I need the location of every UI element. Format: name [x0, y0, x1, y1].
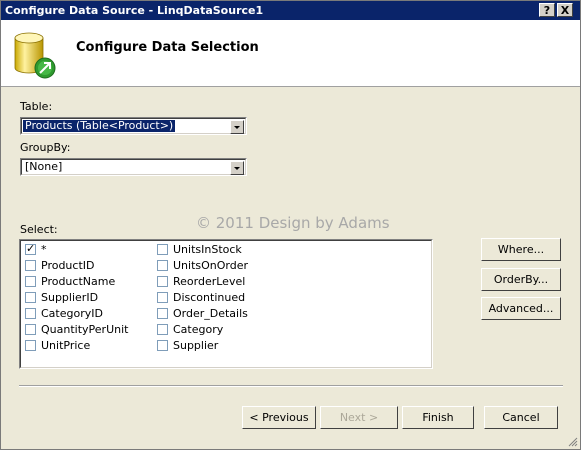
checkbox[interactable] [157, 244, 168, 255]
checkmark-icon: ✓ [26, 242, 36, 255]
field-checkbox-label: UnitsOnOrder [173, 259, 249, 272]
field-checkbox-label: SupplierID [41, 291, 99, 304]
checkbox[interactable] [25, 324, 36, 335]
previous-button[interactable]: < Previous [242, 406, 316, 429]
table-dropdown[interactable]: Products (Table<Product>) [20, 117, 247, 135]
field-checkbox-label: CategoryID [41, 307, 103, 320]
field-checkbox-label: ProductName [41, 275, 116, 288]
field-checkbox-label: Order_Details [173, 307, 248, 320]
window-title: Configure Data Source - LinqDataSource1 [5, 4, 264, 17]
field-checkbox-label: ProductID [41, 259, 95, 272]
orderby-button[interactable]: OrderBy... [481, 268, 561, 291]
field-checkbox-label: Discontinued [173, 291, 246, 304]
next-button[interactable]: Next > [320, 406, 398, 429]
advanced-button[interactable]: Advanced... [481, 297, 561, 320]
field-checkbox-label: Supplier [173, 339, 219, 352]
resize-grip-icon[interactable] [568, 437, 578, 447]
field-checkbox-label: Category [173, 323, 224, 336]
checkbox[interactable] [157, 276, 168, 287]
title-bar[interactable]: Configure Data Source - LinqDataSource1 … [1, 1, 580, 20]
groupby-dropdown-value: [None] [25, 160, 63, 173]
groupby-dropdown-frame: [None] [21, 159, 246, 175]
field-checkbox-label: * [41, 243, 47, 256]
table-dropdown-frame: Products (Table<Product>) [21, 118, 246, 134]
database-icon [14, 32, 56, 79]
chevron-down-icon[interactable] [230, 161, 244, 175]
help-button[interactable]: ? [539, 3, 555, 17]
wizard-header: Configure Data Selection [1, 20, 580, 87]
field-checkbox-label: UnitsInStock [173, 243, 242, 256]
checkbox[interactable] [157, 292, 168, 303]
checkbox[interactable] [157, 308, 168, 319]
checkbox[interactable] [25, 276, 36, 287]
checkbox[interactable] [157, 260, 168, 271]
groupby-dropdown[interactable]: [None] [20, 158, 247, 176]
checkbox[interactable]: ✓ [25, 242, 36, 255]
watermark-text: © 2011 Design by Adams [196, 214, 390, 232]
checkbox[interactable] [25, 260, 36, 271]
field-checkbox-label: ReorderLevel [173, 275, 246, 288]
footer-divider [19, 385, 563, 387]
select-fields-list[interactable]: ✓ * ProductID ProductName SupplierID Category… [19, 239, 433, 369]
table-label: Table: [20, 100, 53, 113]
field-checkbox-label: UnitPrice [41, 339, 91, 352]
checkbox[interactable] [25, 292, 36, 303]
field-checkbox-label: QuantityPerUnit [41, 323, 129, 336]
groupby-label: GroupBy: [20, 141, 71, 154]
table-dropdown-value: Products (Table<Product>) [21, 119, 177, 133]
dialog-window: Configure Data Source - LinqDataSource1 … [0, 0, 581, 450]
select-label: Select: [20, 223, 58, 236]
checkbox[interactable] [25, 308, 36, 319]
finish-button[interactable]: Finish [402, 406, 474, 429]
page-title: Configure Data Selection [76, 40, 259, 55]
where-button[interactable]: Where... [481, 238, 561, 261]
chevron-down-icon[interactable] [230, 120, 244, 134]
select-fields-frame: ✓ * ProductID ProductName SupplierID Category… [20, 240, 432, 368]
close-button[interactable]: X [557, 3, 573, 17]
cancel-button[interactable]: Cancel [484, 406, 558, 429]
checkbox[interactable] [25, 340, 36, 351]
checkbox[interactable] [157, 340, 168, 351]
checkbox[interactable] [157, 324, 168, 335]
